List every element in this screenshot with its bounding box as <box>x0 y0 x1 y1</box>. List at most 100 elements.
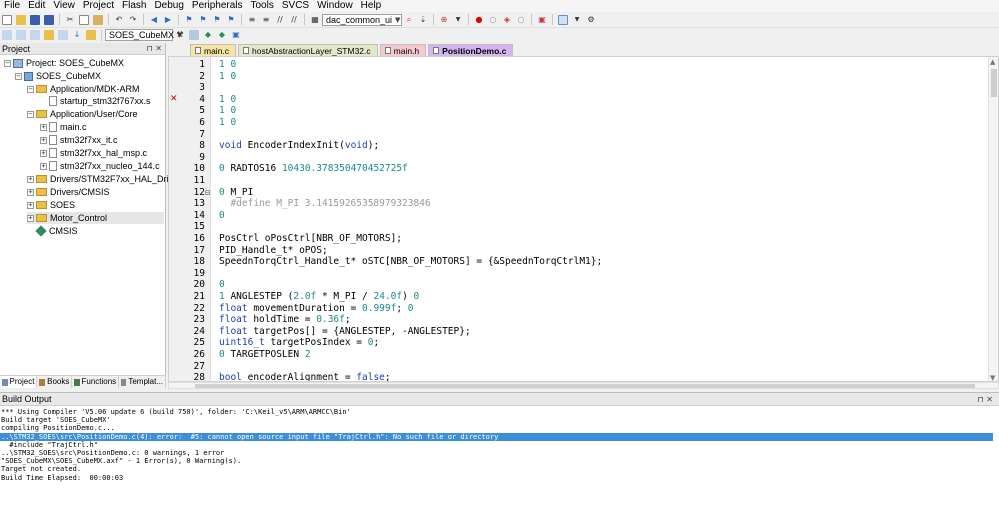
expand-icon[interactable]: + <box>27 175 34 183</box>
uncomment-icon[interactable]: // <box>289 15 299 25</box>
tree-item-file[interactable]: + stm32f7xx_hal_msp.c <box>40 147 147 159</box>
scroll-up-icon[interactable]: ▲ <box>990 58 995 66</box>
tools-icon[interactable]: ⚙ <box>586 15 596 25</box>
tree-item-target[interactable]: − SOES_CubeMX <box>15 70 101 82</box>
build-output-line[interactable]: #include "TrajCtrl.h" <box>0 441 993 449</box>
undo-icon[interactable]: ↶ <box>114 15 124 25</box>
build-output-line[interactable]: Build target 'SOES_CubeMX' <box>0 416 993 424</box>
prev-bookmark-icon[interactable]: ⚑ <box>198 15 208 25</box>
editor-vertical-scrollbar[interactable]: ▲ ▼ <box>988 57 998 381</box>
download-icon[interactable]: ↓ <box>72 30 82 40</box>
tab-templates[interactable]: Templat... <box>119 376 167 388</box>
menu-file[interactable]: File <box>0 0 24 12</box>
stop-build-icon[interactable] <box>58 30 68 40</box>
tree-item-file[interactable]: + stm32f7xx_nucleo_144.c <box>40 160 160 172</box>
build-output-line[interactable]: Target not created. <box>0 465 993 473</box>
new-file-icon[interactable] <box>2 14 12 25</box>
cut-icon[interactable]: ✂ <box>65 15 75 25</box>
rebuild-icon[interactable] <box>30 30 40 40</box>
menu-edit[interactable]: Edit <box>24 0 49 12</box>
copy-icon[interactable] <box>79 14 89 25</box>
tab-project[interactable]: Project <box>0 376 38 388</box>
tree-item-file[interactable]: startup_stm32f767xx.s <box>49 95 151 107</box>
tree-item-group[interactable]: + Motor_Control <box>27 212 164 224</box>
incremental-find-icon[interactable]: ⇣ <box>418 15 428 25</box>
tree-item-group[interactable]: + Drivers/CMSIS <box>27 186 110 198</box>
tree-item-file[interactable]: + main.c <box>40 121 87 133</box>
menu-window[interactable]: Window <box>313 0 357 12</box>
find-icon[interactable]: ⌕ <box>404 15 414 25</box>
build-output-line[interactable]: Build Time Elapsed: 00:00:03 <box>0 474 993 482</box>
disable-all-breakpoints-icon[interactable]: ○ <box>516 15 526 25</box>
menu-flash[interactable]: Flash <box>118 0 150 12</box>
build-output-line[interactable]: compiling PositionDemo.c... <box>0 424 993 432</box>
disable-breakpoint-icon[interactable]: ○ <box>488 15 498 25</box>
tree-item-project[interactable]: − Project: SOES_CubeMX <box>4 57 124 69</box>
scrollbar-thumb[interactable] <box>991 69 997 97</box>
translate-icon[interactable] <box>2 30 12 40</box>
menu-view[interactable]: View <box>49 0 79 12</box>
scroll-down-icon[interactable]: ▼ <box>990 374 995 381</box>
manage-components-icon[interactable]: ◆ <box>203 30 213 40</box>
menu-help[interactable]: Help <box>357 0 386 12</box>
configuration-wizard-icon[interactable]: ▣ <box>537 15 547 25</box>
pane-pin-close-icon[interactable]: ⊓ ✕ <box>978 393 999 405</box>
options-icon[interactable] <box>86 30 96 40</box>
breakpoint-icon[interactable]: ● <box>474 15 484 25</box>
collapse-icon[interactable]: − <box>27 110 34 118</box>
build-error-line[interactable]: ..\STM32_SOES\src\PositionDemo.c(4): err… <box>0 432 993 441</box>
batch-build-icon[interactable] <box>44 30 54 40</box>
target-options-icon[interactable]: ⚒ <box>175 30 185 40</box>
redo-icon[interactable]: ↷ <box>128 15 138 25</box>
target-select[interactable]: SOES_CubeMX ▼ <box>105 29 182 41</box>
code-editor[interactable]: ✕ 11 021 0341 051 061 0 7 8 void EncoderInd… <box>168 56 999 382</box>
save-all-icon[interactable] <box>44 14 54 25</box>
build-output-line[interactable]: ..\STM32_SOES\src\PositionDemo.c: 0 warn… <box>0 449 993 457</box>
expand-icon[interactable]: + <box>27 214 34 222</box>
select-software-packs-icon[interactable]: ◆ <box>217 30 227 40</box>
tab-host-abstraction[interactable]: hostAbstractionLayer_STM32.c <box>238 44 378 56</box>
tree-item-group[interactable]: − Application/MDK-ARM <box>27 83 140 95</box>
menu-peripherals[interactable]: Peripherals <box>188 0 247 12</box>
tree-item-group[interactable]: + Drivers/STM32F7xx_HAL_Driver <box>27 173 181 185</box>
build-icon[interactable] <box>16 30 26 40</box>
build-output-line[interactable]: *** Using Compiler 'V5.06 update 6 (buil… <box>0 408 993 416</box>
file-extensions-icon[interactable] <box>189 30 199 40</box>
editor-horizontal-scrollbar[interactable] <box>168 382 999 389</box>
clear-bookmarks-icon[interactable]: ⚑ <box>226 15 236 25</box>
pane-pin-close-icon[interactable]: ⊓ ✕ <box>147 43 166 54</box>
debug-icon[interactable]: ⊕ <box>439 15 449 25</box>
tab-main-c[interactable]: main.c <box>190 44 237 56</box>
find-combo[interactable]: dac_common_ui ▼ <box>322 13 402 26</box>
menu-debug[interactable]: Debug <box>150 0 187 12</box>
expand-icon[interactable]: + <box>40 162 47 170</box>
tree-item-group[interactable]: − Application/User/Core <box>27 108 138 120</box>
tab-main-h[interactable]: main.h <box>379 44 427 56</box>
expand-icon[interactable]: + <box>40 123 47 131</box>
comment-icon[interactable]: // <box>275 15 285 25</box>
nav-back-icon[interactable]: ◀ <box>149 15 159 25</box>
open-folder-icon[interactable] <box>16 14 26 25</box>
indent-icon[interactable]: ≡ <box>247 15 257 25</box>
build-output-line[interactable]: "SOES_CubeMX\SOES_CubeMX.axf" - 1 Error(… <box>0 457 993 465</box>
nav-forward-icon[interactable]: ▶ <box>163 15 173 25</box>
unindent-icon[interactable]: ≡ <box>261 15 271 25</box>
tab-position-demo[interactable]: PositionDemo.c <box>428 44 514 56</box>
window-layout-icon[interactable] <box>558 14 568 25</box>
next-bookmark-icon[interactable]: ⚑ <box>212 15 222 25</box>
tab-functions[interactable]: Functions <box>72 376 120 388</box>
expand-icon[interactable]: + <box>27 201 34 209</box>
collapse-icon[interactable]: − <box>27 85 34 93</box>
expand-icon[interactable]: + <box>27 188 34 196</box>
save-icon[interactable] <box>30 14 40 25</box>
tree-item-file[interactable]: + stm32f7xx_it.c <box>40 134 118 146</box>
window-layout-dropdown-icon[interactable]: ▼ <box>572 15 582 25</box>
bookmark-icon[interactable]: ⚑ <box>184 15 194 25</box>
collapse-icon[interactable]: − <box>15 72 22 80</box>
find-in-files-icon[interactable]: ▦ <box>310 15 320 25</box>
tab-books[interactable]: Books <box>37 376 73 388</box>
paste-icon[interactable] <box>93 14 103 25</box>
tree-item-component[interactable]: CMSIS <box>35 225 78 237</box>
clear-breakpoints-icon[interactable]: ◈ <box>502 15 512 25</box>
pack-installer-icon[interactable]: ▣ <box>231 30 241 40</box>
